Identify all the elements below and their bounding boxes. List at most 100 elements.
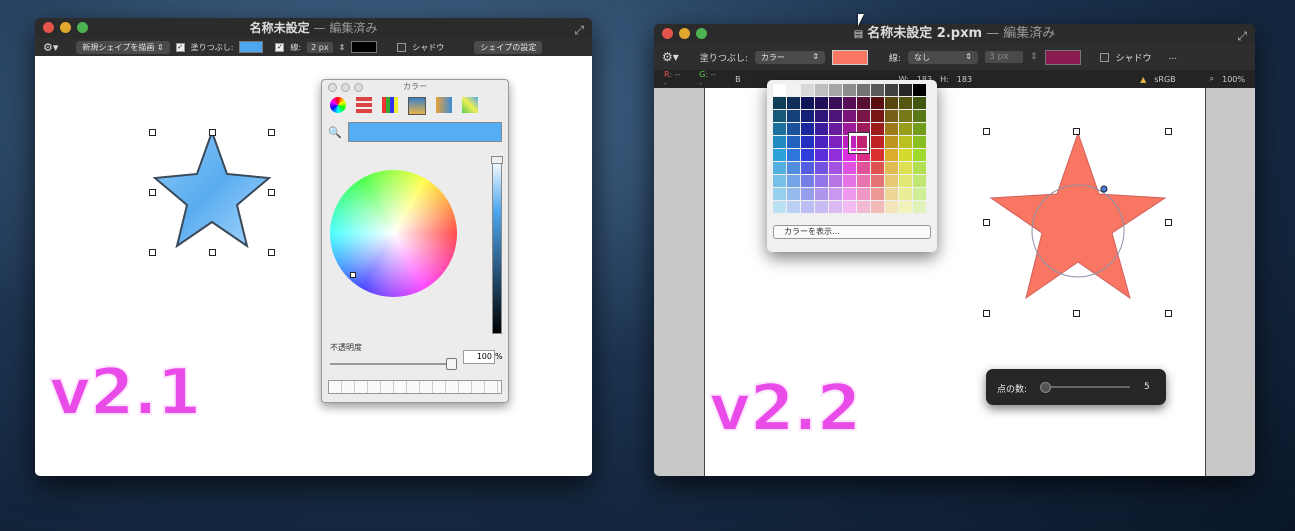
selection-handle[interactable] <box>268 249 275 256</box>
color-swatch[interactable] <box>913 175 926 187</box>
color-swatch[interactable] <box>857 175 870 187</box>
color-swatch[interactable] <box>843 201 856 213</box>
selection-handle[interactable] <box>1073 310 1080 317</box>
color-swatch[interactable] <box>815 110 828 122</box>
star-shape-salmon[interactable] <box>985 128 1175 308</box>
color-swatch[interactable] <box>899 136 912 148</box>
color-swatch[interactable] <box>885 188 898 200</box>
color-swatch[interactable] <box>885 136 898 148</box>
selection-handle[interactable] <box>209 249 216 256</box>
magnifier-icon[interactable]: 🔍 <box>328 126 342 139</box>
color-swatch[interactable] <box>815 188 828 200</box>
color-swatch[interactable] <box>913 136 926 148</box>
color-swatch[interactable] <box>829 136 842 148</box>
color-swatch[interactable] <box>773 136 786 148</box>
color-swatch[interactable] <box>913 188 926 200</box>
color-swatch[interactable] <box>843 175 856 187</box>
color-swatch[interactable] <box>871 149 884 161</box>
opacity-value-field[interactable]: 100 <box>463 350 495 364</box>
selection-handle[interactable] <box>983 128 990 135</box>
color-swatch[interactable] <box>815 123 828 135</box>
color-palettes-tab-icon[interactable] <box>382 97 398 113</box>
color-swatch[interactable] <box>885 149 898 161</box>
selection-handle[interactable] <box>1165 128 1172 135</box>
color-swatch[interactable] <box>829 201 842 213</box>
panel-close-icon[interactable] <box>328 83 337 92</box>
color-swatch[interactable] <box>871 162 884 174</box>
color-swatch[interactable] <box>857 97 870 109</box>
selection-handle[interactable] <box>983 219 990 226</box>
fullscreen-icon[interactable]: ⤢ <box>574 20 584 40</box>
color-swatch[interactable] <box>871 175 884 187</box>
color-swatch[interactable] <box>871 84 884 96</box>
color-swatch[interactable] <box>787 110 800 122</box>
star-shape-blue[interactable] <box>147 126 277 256</box>
brightness-slider[interactable] <box>491 156 503 334</box>
selection-handle[interactable] <box>1165 310 1172 317</box>
stroke-width-field[interactable]: 2 px <box>307 41 333 53</box>
selection-handle[interactable] <box>1073 128 1080 135</box>
color-swatch[interactable] <box>773 149 786 161</box>
color-wheel[interactable] <box>330 170 457 297</box>
color-swatch[interactable] <box>773 201 786 213</box>
color-swatch[interactable] <box>843 162 856 174</box>
fill-mode-select[interactable]: カラー ⇕ <box>754 50 825 64</box>
close-icon[interactable] <box>43 22 54 33</box>
color-swatch[interactable] <box>773 175 786 187</box>
stroke-checkbox[interactable]: ✓ <box>275 42 285 52</box>
color-swatch[interactable] <box>913 123 926 135</box>
color-wheel-marker[interactable] <box>350 272 356 278</box>
zoom-icon[interactable] <box>696 28 707 39</box>
brightness-knob[interactable] <box>491 156 503 164</box>
zoom-level[interactable]: 100% <box>1222 75 1245 84</box>
color-swatch[interactable] <box>787 188 800 200</box>
color-swatch[interactable] <box>787 97 800 109</box>
color-swatch[interactable] <box>885 201 898 213</box>
color-swatch[interactable] <box>843 84 856 96</box>
color-swatch[interactable] <box>773 188 786 200</box>
color-swatch[interactable] <box>801 162 814 174</box>
selection-handle[interactable] <box>1165 219 1172 226</box>
selection-handle[interactable] <box>209 129 216 136</box>
color-swatch[interactable] <box>787 123 800 135</box>
color-swatch[interactable] <box>829 84 842 96</box>
shadow-checkbox[interactable] <box>1099 52 1109 62</box>
color-swatch[interactable] <box>801 110 814 122</box>
color-swatch[interactable] <box>843 110 856 122</box>
color-swatch[interactable] <box>801 136 814 148</box>
color-swatch[interactable] <box>815 149 828 161</box>
color-swatch[interactable] <box>885 175 898 187</box>
color-swatch[interactable] <box>899 149 912 161</box>
color-swatch[interactable] <box>787 136 800 148</box>
color-swatch[interactable] <box>843 97 856 109</box>
color-swatch[interactable] <box>815 84 828 96</box>
selection-handle[interactable] <box>149 189 156 196</box>
color-swatch[interactable] <box>857 84 870 96</box>
color-swatch[interactable] <box>871 201 884 213</box>
show-colors-button[interactable]: カラーを表示... <box>773 225 931 239</box>
color-swatch[interactable] <box>913 97 926 109</box>
color-swatch[interactable] <box>829 110 842 122</box>
stepper-icon[interactable]: ⇕ <box>1030 52 1038 62</box>
fullscreen-icon[interactable]: ⤢ <box>1237 26 1247 46</box>
color-swatch[interactable] <box>913 162 926 174</box>
color-swatch[interactable] <box>773 97 786 109</box>
color-swatch[interactable] <box>913 201 926 213</box>
color-swatch[interactable] <box>857 188 870 200</box>
color-swatch[interactable] <box>787 162 800 174</box>
shape-menu[interactable]: 新規シェイプを描画 ⇕ <box>76 40 170 54</box>
color-swatch[interactable] <box>773 84 786 96</box>
color-swatch[interactable] <box>801 175 814 187</box>
title-bar[interactable]: ▤ 名称未設定 2.pxm — 編集済み ⤢ <box>654 24 1255 44</box>
gear-icon[interactable]: ⚙▾ <box>43 41 58 54</box>
color-swatch[interactable] <box>815 201 828 213</box>
gear-icon[interactable]: ⚙▾ <box>662 50 679 64</box>
shadow-checkbox[interactable] <box>397 42 407 52</box>
color-swatch[interactable] <box>787 201 800 213</box>
color-swatch[interactable] <box>829 97 842 109</box>
color-sliders-tab-icon[interactable] <box>356 97 372 113</box>
stroke-color-swatch[interactable] <box>351 41 378 53</box>
color-swatch[interactable] <box>829 123 842 135</box>
color-swatch[interactable] <box>899 188 912 200</box>
opacity-slider[interactable] <box>330 358 457 370</box>
